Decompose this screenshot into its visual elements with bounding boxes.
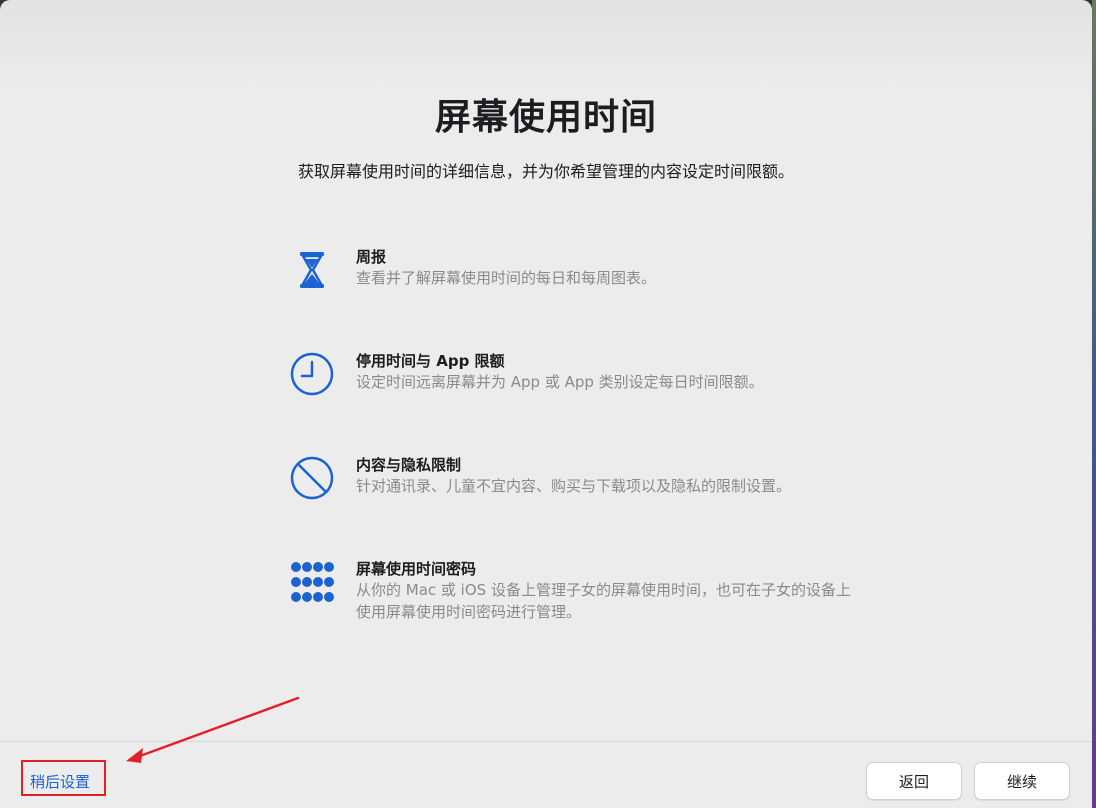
hourglass-icon (288, 246, 336, 294)
passcode-grid-icon (288, 558, 336, 606)
feature-title: 屏幕使用时间密码 (356, 560, 477, 578)
feature-description: 查看并了解屏幕使用时间的每日和每周图表。 (356, 269, 657, 287)
feature-title: 内容与隐私限制 (356, 456, 462, 474)
setup-window: 屏幕使用时间 获取屏幕使用时间的详细信息，并为你希望管理的内容设定时间限额。 周… (0, 0, 1092, 808)
footer-divider (0, 741, 1092, 742)
page-subtitle: 获取屏幕使用时间的详细信息，并为你希望管理的内容设定时间限额。 (297, 162, 794, 181)
feature-title: 停用时间与 App 限额 (356, 352, 505, 370)
page-title: 屏幕使用时间 (434, 97, 657, 138)
continue-button[interactable]: 继续 (974, 762, 1070, 800)
feature-description: 针对通讯录、儿童不宜内容、购买与下载项以及隐私的限制设置。 (356, 477, 792, 495)
annotation-highlight-box (21, 760, 106, 796)
desktop-edge (1092, 0, 1096, 808)
back-button[interactable]: 返回 (866, 762, 962, 800)
feature-description: 从你的 Mac 或 iOS 设备上管理子女的屏幕使用时间，也可在子女的设备上使用… (356, 581, 851, 621)
clock-icon (288, 350, 336, 398)
prohibited-icon (288, 454, 336, 502)
feature-description: 设定时间远离屏幕并为 App 或 App 类别设定每日时间限额。 (356, 373, 764, 391)
feature-title: 周报 (356, 248, 387, 266)
